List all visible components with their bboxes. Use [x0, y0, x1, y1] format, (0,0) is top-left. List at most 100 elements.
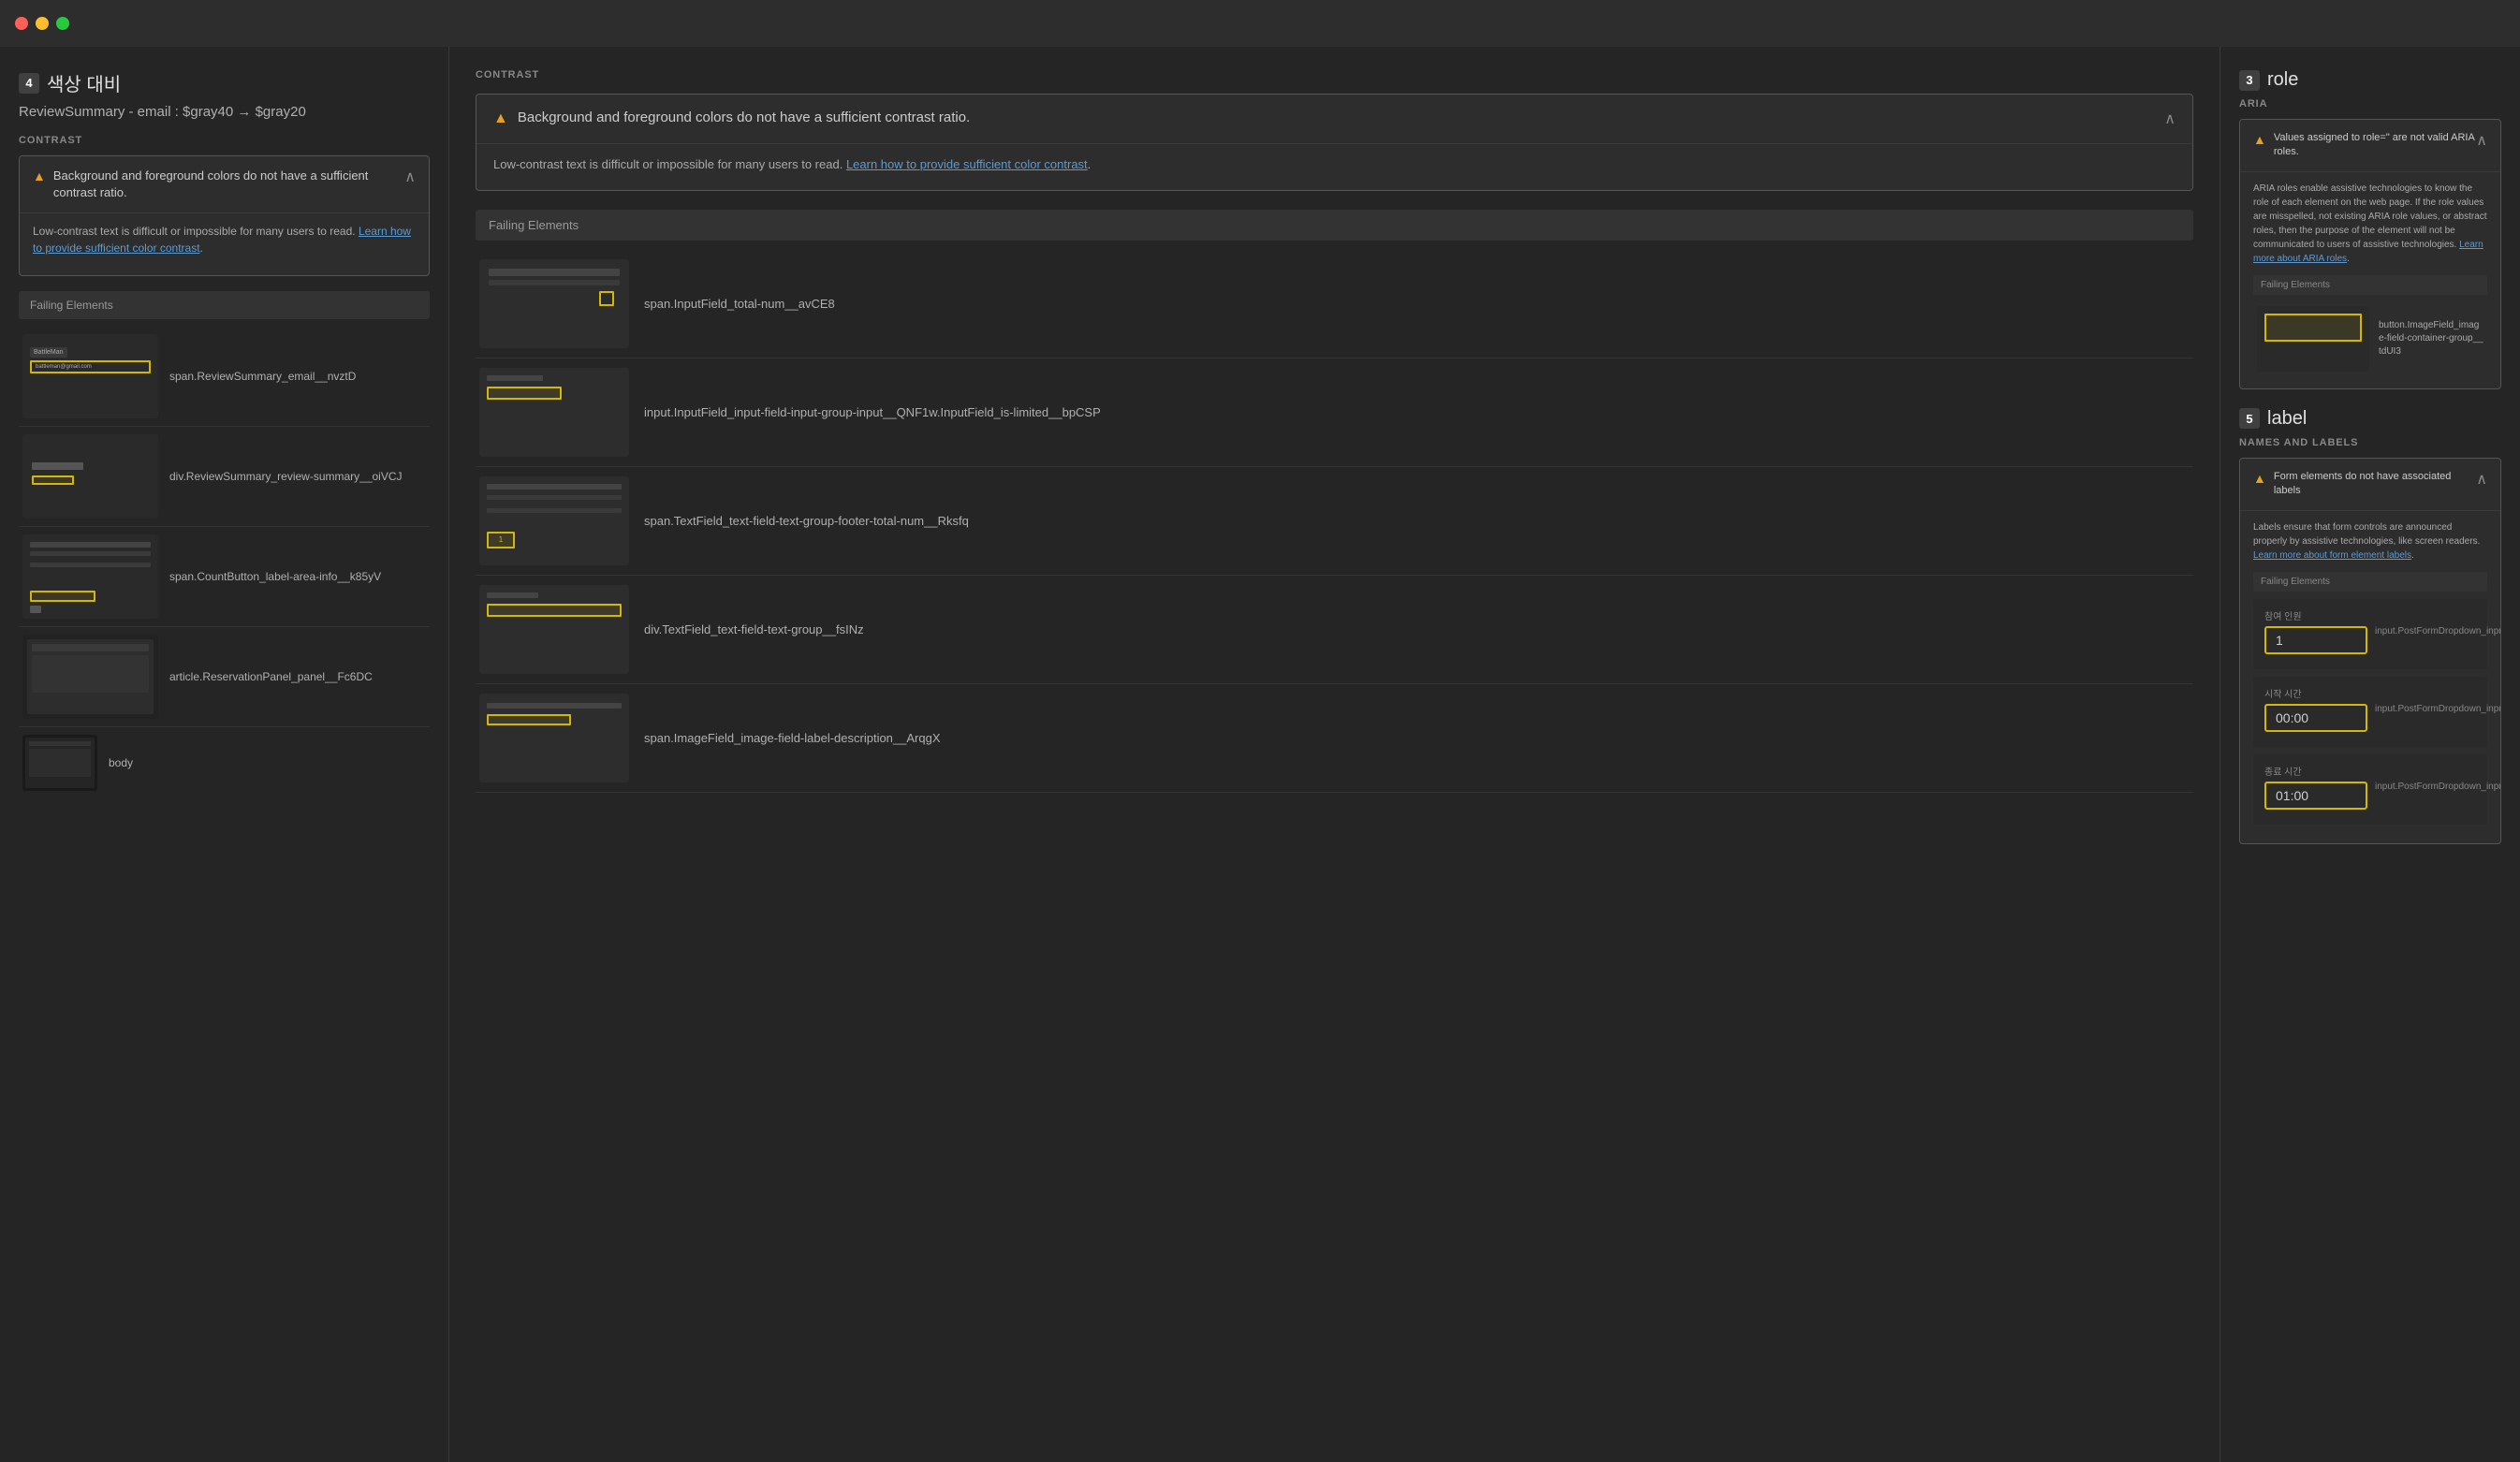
center-thumb-0 [479, 259, 629, 348]
list-item: article.ReservationPanel_panel__Fc6DC [19, 627, 430, 727]
failing-item-label-0: span.ReviewSummary_email__nvztD [169, 368, 356, 385]
center-failing-label-2: span.TextField_text-field-text-group-foo… [644, 512, 969, 531]
center-failing-label-0: span.InputField_total-num__avCE8 [644, 295, 835, 314]
role-warning-icon: ▲ [2253, 132, 2266, 147]
center-collapse-button[interactable]: ∧ [2164, 110, 2176, 128]
list-item: input.InputField_input-field-input-group… [476, 358, 2193, 467]
label-warning-body: Labels ensure that form controls are ann… [2240, 510, 2500, 843]
center-warning-header[interactable]: ▲ Background and foreground colors do no… [476, 95, 2192, 143]
main-layout: 4 색상 대비 ReviewSummary - email : $gray40 … [0, 47, 2520, 1462]
failing-thumbnail-body [22, 735, 97, 791]
panel-left-badge: 4 [19, 73, 39, 94]
form-item-2-label: 종료 시간 [2264, 764, 2367, 778]
failing-thumbnail-count [22, 534, 158, 619]
label-warning-title: Form elements do not have associated lab… [2274, 470, 2476, 499]
label-badge: 5 [2239, 408, 2260, 429]
thumb-name-label: BattleMan [30, 347, 67, 358]
failing-thumbnail-review [22, 434, 158, 519]
role-warning-header-left: ▲ Values assigned to role=" are not vali… [2253, 131, 2476, 160]
minimize-icon[interactable] [36, 17, 49, 30]
center-warning-body-text: Low-contrast text is difficult or imposs… [493, 155, 2176, 175]
form-item-2-left: 종료 시간 01:00 [2264, 764, 2367, 810]
warning-triangle-icon: ▲ [33, 168, 46, 183]
list-item: button.ImageField_image-field-container-… [2253, 300, 2487, 377]
left-collapse-button[interactable]: ∧ [404, 168, 416, 186]
list-item: div.TextField_text-field-text-group__fsI… [476, 576, 2193, 684]
panel-left-title: 색상 대비 [47, 69, 121, 96]
form-item-1-label: 시작 시간 [2264, 686, 2367, 700]
center-failing-elements-label: Failing Elements [476, 210, 2193, 241]
list-item: div.ReviewSummary_review-summary__oiVCJ [19, 427, 430, 527]
close-icon[interactable] [15, 17, 28, 30]
failing-item-label-4: body [109, 754, 133, 771]
center-warning-body: Low-contrast text is difficult or imposs… [476, 143, 2192, 190]
right-panel: 3 role ARIA ▲ Values assigned to role=" … [2220, 47, 2520, 1462]
failing-thumbnail-article [22, 635, 158, 719]
list-item: body [19, 727, 430, 798]
center-failing-label-4: span.ImageField_image-field-label-descri… [644, 729, 941, 748]
list-item: span.CountButton_label-area-info__k85yV [19, 527, 430, 627]
form-item-0-label: 참여 인원 [2264, 608, 2367, 622]
failing-item-label-1: div.ReviewSummary_review-summary__oiVCJ [169, 468, 403, 485]
label-warning-link[interactable]: Learn more about form element labels [2253, 550, 2411, 561]
failing-thumbnail-battleman: BattleMan battleman@gmail.com [22, 334, 158, 418]
label-warning-icon: ▲ [2253, 471, 2266, 486]
form-item-0-row: 참여 인원 1 input.PostFormDropdown_input__xH… [2264, 608, 2476, 654]
role-title: role [2267, 69, 2298, 91]
label-warning-header[interactable]: ▲ Form elements do not have associated l… [2240, 459, 2500, 510]
role-failing-elements-label: Failing Elements [2253, 275, 2487, 295]
label-section-label: NAMES AND LABELS [2239, 437, 2501, 448]
left-warning-title: Background and foreground colors do not … [53, 168, 404, 201]
role-warning-title: Values assigned to role=" are not valid … [2274, 131, 2476, 160]
center-warning-link[interactable]: Learn how to provide sufficient color co… [846, 157, 1088, 171]
center-warning-card: ▲ Background and foreground colors do no… [476, 94, 2193, 191]
form-item-1-row: 시작 시간 00:00 input.PostFormDropdown_input… [2264, 686, 2476, 732]
failing-item-label-2: span.CountButton_label-area-info__k85yV [169, 568, 381, 585]
label-failing-elements-label: Failing Elements [2253, 572, 2487, 592]
role-collapse-button[interactable]: ∧ [2476, 131, 2487, 150]
left-warning-header[interactable]: ▲ Background and foreground colors do no… [20, 156, 429, 212]
center-warning-icon: ▲ [493, 110, 508, 127]
center-section-label: CONTRAST [476, 69, 2193, 80]
center-failing-label-3: div.TextField_text-field-text-group__fsI… [644, 621, 864, 639]
center-thumb-3 [479, 585, 629, 674]
form-item-1-left: 시작 시간 00:00 [2264, 686, 2367, 732]
center-thumb-1 [479, 368, 629, 457]
form-item-0-left: 참여 인원 1 [2264, 608, 2367, 654]
center-thumb-4 [479, 694, 629, 782]
center-thumb-2: 1 [479, 476, 629, 565]
list-item: span.InputField_total-num__avCE8 [476, 250, 2193, 358]
form-item-2-input[interactable]: 01:00 [2264, 782, 2367, 810]
role-warning-header[interactable]: ▲ Values assigned to role=" are not vali… [2240, 120, 2500, 171]
center-warning-title: Background and foreground colors do not … [518, 110, 970, 125]
left-warning-card: ▲ Background and foreground colors do no… [19, 155, 430, 276]
form-item-1-selector: input.PostFormDropdown_input__xH0oh [2375, 704, 2501, 714]
form-item-1: 시작 시간 00:00 input.PostFormDropdown_input… [2253, 677, 2487, 747]
left-failing-elements-label: Failing Elements [19, 291, 430, 319]
list-item: span.ImageField_image-field-label-descri… [476, 684, 2193, 793]
thumb-email-box: battleman@gmail.com [30, 360, 151, 373]
panel-left-header: 4 색상 대비 [19, 69, 430, 96]
center-failing-label-1: input.InputField_input-field-input-group… [644, 403, 1101, 422]
left-panel: 4 색상 대비 ReviewSummary - email : $gray40 … [0, 47, 449, 1462]
list-item: BattleMan battleman@gmail.com span.Revie… [19, 327, 430, 427]
form-item-1-input[interactable]: 00:00 [2264, 704, 2367, 732]
role-warning-body-text: ARIA roles enable assistive technologies… [2253, 182, 2487, 266]
role-warning-card: ▲ Values assigned to role=" are not vali… [2239, 119, 2501, 389]
form-item-0-selector: input.PostFormDropdown_input__xH0oh [2375, 626, 2501, 636]
maximize-icon[interactable] [56, 17, 69, 30]
center-panel: CONTRAST ▲ Background and foreground col… [449, 47, 2220, 1462]
form-item-0-input[interactable]: 1 [2264, 626, 2367, 654]
thumb-battleman-content: BattleMan battleman@gmail.com [22, 334, 158, 381]
panel-left-subtitle: ReviewSummary - email : $gray40 → $gray2… [19, 104, 430, 120]
left-warning-body-text: Low-contrast text is difficult or imposs… [33, 223, 416, 256]
form-item-0: 참여 인원 1 input.PostFormDropdown_input__xH… [2253, 599, 2487, 669]
label-warning-header-left: ▲ Form elements do not have associated l… [2253, 470, 2476, 499]
title-bar [0, 0, 2520, 47]
role-section-label: ARIA [2239, 98, 2501, 110]
panel-left-section-label: CONTRAST [19, 135, 430, 146]
role-failing-label: button.ImageField_image-field-container-… [2379, 319, 2483, 358]
list-item: 1 span.TextField_text-field-text-group-f… [476, 467, 2193, 576]
label-collapse-button[interactable]: ∧ [2476, 470, 2487, 489]
form-item-2-row: 종료 시간 01:00 input.PostFormDropdown_input… [2264, 764, 2476, 810]
